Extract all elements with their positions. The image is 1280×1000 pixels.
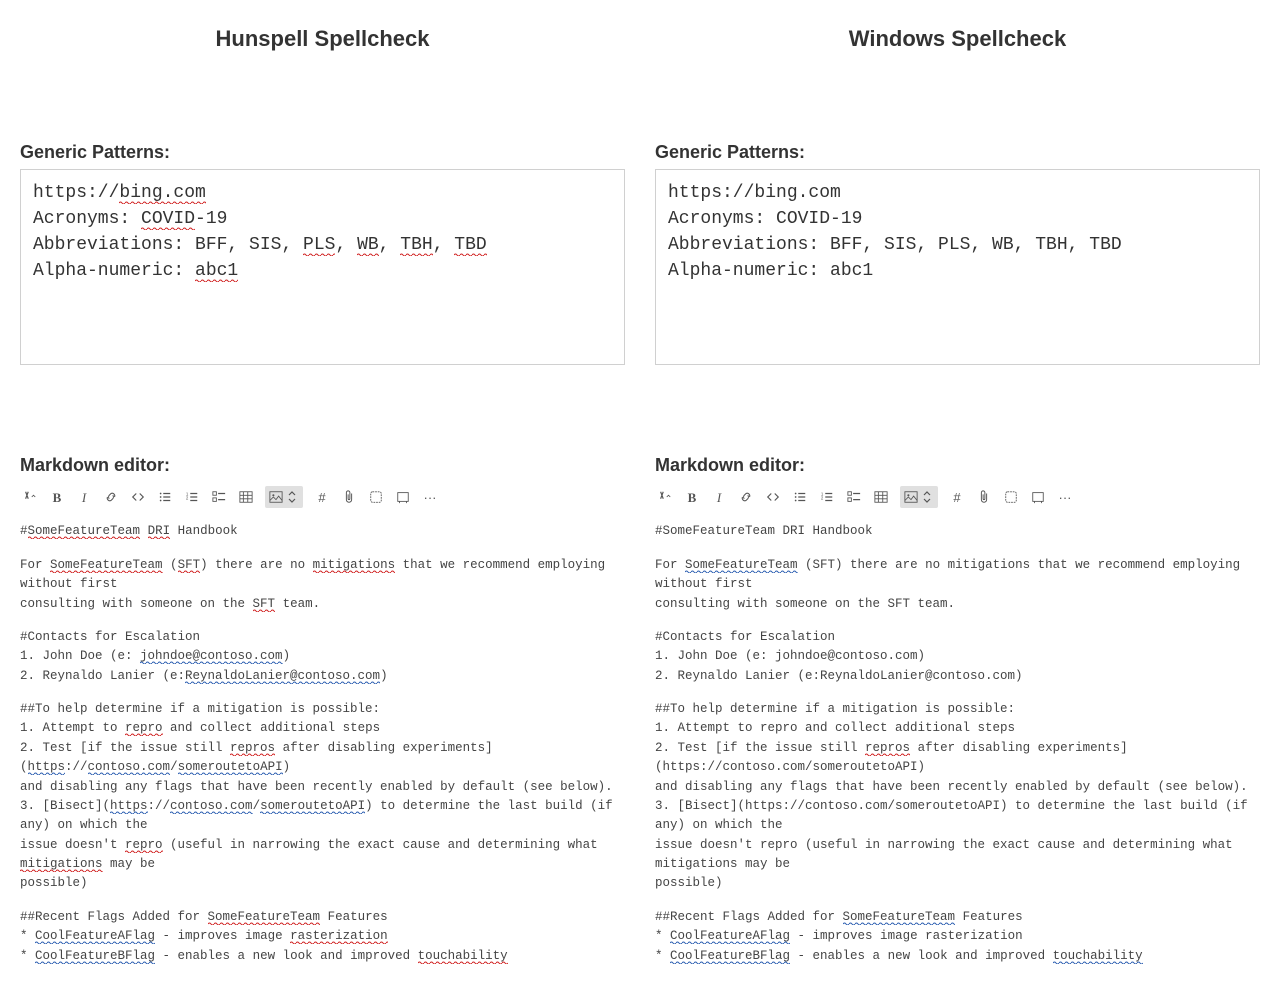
table-button[interactable] (238, 488, 254, 506)
hunspell-column: Hunspell Spellcheck Generic Patterns: ht… (10, 20, 635, 980)
markdown-editor-label-right: Markdown editor: (655, 455, 1260, 476)
more-button[interactable]: ··· (422, 488, 438, 506)
italic-button[interactable]: I (76, 488, 92, 506)
heading-dropdown-icon[interactable] (657, 488, 673, 506)
fullscreen-button[interactable] (395, 488, 411, 506)
markdown-body-right[interactable]: #SomeFeatureTeam DRI HandbookFor SomeFea… (655, 522, 1260, 966)
checklist-button[interactable] (846, 488, 862, 506)
italic-button[interactable]: I (711, 488, 727, 506)
image-button[interactable] (903, 488, 919, 506)
attach-button[interactable] (976, 488, 992, 506)
numbered-list-button[interactable]: 12 (819, 488, 835, 506)
image-button[interactable] (268, 488, 284, 506)
checklist-button[interactable] (211, 488, 227, 506)
bullet-list-button[interactable] (157, 488, 173, 506)
markdown-body-left[interactable]: #SomeFeatureTeam DRI HandbookFor SomeFea… (20, 522, 625, 966)
updown-icon[interactable] (919, 488, 935, 506)
heading-dropdown-icon[interactable] (22, 488, 38, 506)
svg-text:2: 2 (821, 496, 824, 501)
attach-button[interactable] (341, 488, 357, 506)
mention-button[interactable] (1003, 488, 1019, 506)
generic-patterns-label-left: Generic Patterns: (20, 142, 625, 163)
markdown-toolbar-left: BI 12 # ··· (20, 482, 625, 512)
bold-button[interactable]: B (684, 488, 700, 506)
generic-patterns-box-right[interactable]: https://bing.comAcronyms: COVID-19Abbrev… (655, 169, 1260, 365)
hash-button[interactable]: # (949, 488, 965, 506)
generic-patterns-label-right: Generic Patterns: (655, 142, 1260, 163)
fullscreen-button[interactable] (1030, 488, 1046, 506)
numbered-list-button[interactable]: 12 (184, 488, 200, 506)
svg-text:2: 2 (186, 496, 189, 501)
windows-title: Windows Spellcheck (655, 26, 1260, 52)
link-button[interactable] (738, 488, 754, 506)
code-button[interactable] (130, 488, 146, 506)
mention-button[interactable] (368, 488, 384, 506)
bold-button[interactable]: B (49, 488, 65, 506)
markdown-editor-label-left: Markdown editor: (20, 455, 625, 476)
more-button[interactable]: ··· (1057, 488, 1073, 506)
windows-column: Windows Spellcheck Generic Patterns: htt… (645, 20, 1270, 980)
bullet-list-button[interactable] (792, 488, 808, 506)
markdown-toolbar-right: BI 12 # ··· (655, 482, 1260, 512)
hunspell-title: Hunspell Spellcheck (20, 26, 625, 52)
code-button[interactable] (765, 488, 781, 506)
table-button[interactable] (873, 488, 889, 506)
hash-button[interactable]: # (314, 488, 330, 506)
updown-icon[interactable] (284, 488, 300, 506)
link-button[interactable] (103, 488, 119, 506)
generic-patterns-box-left[interactable]: https://bing.comAcronyms: COVID-19Abbrev… (20, 169, 625, 365)
